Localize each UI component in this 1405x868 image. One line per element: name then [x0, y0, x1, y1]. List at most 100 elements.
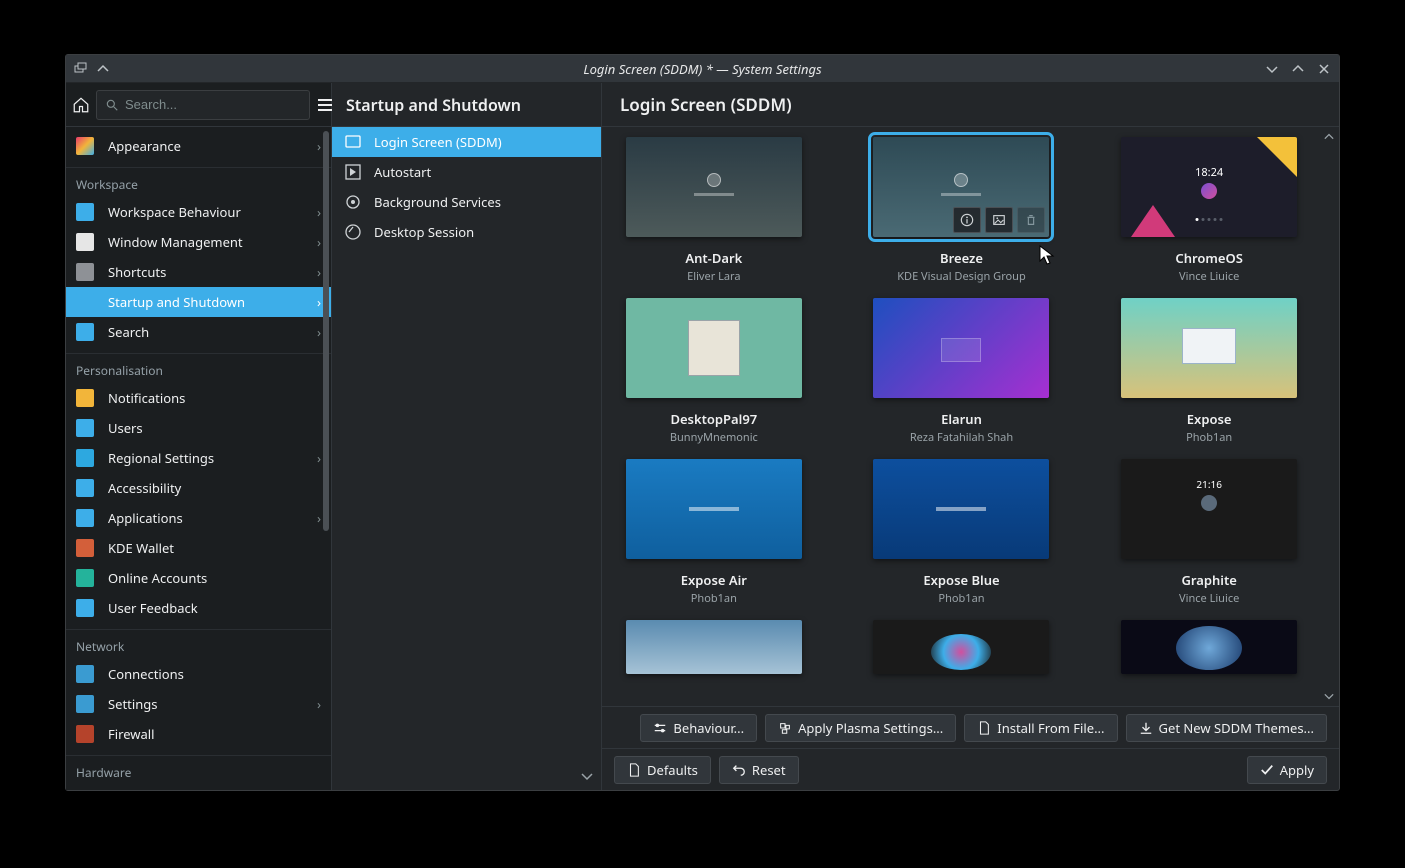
- theme-card[interactable]: [1115, 620, 1303, 674]
- chevron-right-icon: ›: [317, 233, 321, 251]
- theme-card[interactable]: Expose Air Phob1an: [620, 459, 808, 606]
- sidebar-item-users[interactable]: Users: [66, 413, 331, 443]
- file-icon: [977, 721, 991, 735]
- theme-card[interactable]: Breeze KDE Visual Design Group: [868, 137, 1056, 284]
- sidebar-item-label: KDE Wallet: [104, 539, 321, 557]
- sidebar-item-workspace-behaviour[interactable]: Workspace Behaviour ›: [66, 197, 331, 227]
- subnav-item-login-screen-sddm-[interactable]: Login Screen (SDDM): [332, 127, 601, 157]
- theme-thumbnail[interactable]: [873, 137, 1049, 237]
- theme-thumbnail[interactable]: [1121, 298, 1297, 398]
- get-new-themes-button[interactable]: Get New SDDM Themes...: [1126, 714, 1327, 742]
- theme-grid: Ant-Dark Eliver Lara Breeze KDE Visual D…: [602, 127, 1321, 706]
- appearance-icon: [76, 137, 94, 155]
- sidebar-item-startup-and-shutdown[interactable]: Startup and Shutdown ›: [66, 287, 331, 317]
- theme-card[interactable]: 18:24 ChromeOS Vince Liuice: [1115, 137, 1303, 284]
- theme-thumbnail[interactable]: [626, 137, 802, 237]
- sidebar-item-regional-settings[interactable]: Regional Settings ›: [66, 443, 331, 473]
- scroll-down-button[interactable]: [1321, 688, 1337, 704]
- collapse-subnav-button[interactable]: [577, 766, 597, 786]
- theme-card[interactable]: Expose Phob1an: [1115, 298, 1303, 445]
- theme-preview-button[interactable]: [985, 207, 1013, 233]
- chevron-right-icon: ›: [317, 509, 321, 527]
- behaviour-button[interactable]: Behaviour...: [640, 714, 757, 742]
- titlebar-restore-icon[interactable]: [72, 60, 90, 78]
- install-from-file-button[interactable]: Install From File...: [964, 714, 1117, 742]
- category-icon: [76, 323, 94, 341]
- subnav-item-autostart[interactable]: Autostart: [332, 157, 601, 187]
- search-input[interactable]: [125, 97, 301, 112]
- sidebar-item-appearance[interactable]: Appearance ›: [66, 131, 331, 161]
- sidebar-item-shortcuts[interactable]: Shortcuts ›: [66, 257, 331, 287]
- theme-thumbnail[interactable]: [626, 620, 802, 674]
- theme-info-button[interactable]: [953, 207, 981, 233]
- sidebar-item-kde-wallet[interactable]: KDE Wallet: [66, 533, 331, 563]
- theme-thumbnail[interactable]: [626, 459, 802, 559]
- plasma-icon: [778, 721, 792, 735]
- theme-card[interactable]: DesktopPal97 BunnyMnemonic: [620, 298, 808, 445]
- theme-name: Breeze: [940, 249, 983, 267]
- theme-author: Vince Liuice: [1179, 591, 1239, 606]
- theme-card[interactable]: Elarun Reza Fatahilah Shah: [868, 298, 1056, 445]
- subnav-icon: [344, 133, 362, 151]
- theme-name: Elarun: [941, 410, 982, 428]
- category-icon: [76, 509, 94, 527]
- sidebar-item-settings[interactable]: Settings ›: [66, 689, 331, 719]
- theme-card[interactable]: [620, 620, 808, 674]
- theme-card[interactable]: 21:16 Graphite Vince Liuice: [1115, 459, 1303, 606]
- sidebar-item-online-accounts[interactable]: Online Accounts: [66, 563, 331, 593]
- sidebar-item-accessibility[interactable]: Accessibility: [66, 473, 331, 503]
- sidebar-list[interactable]: Appearance ›Workspace Workspace Behaviou…: [66, 127, 331, 790]
- sidebar-item-window-management[interactable]: Window Management ›: [66, 227, 331, 257]
- window-title: Login Screen (SDDM) * — System Settings: [583, 60, 821, 78]
- theme-card[interactable]: Expose Blue Phob1an: [868, 459, 1056, 606]
- subnav-item-label: Login Screen (SDDM): [374, 133, 502, 151]
- chevron-right-icon: ›: [317, 137, 321, 155]
- search-icon: [105, 98, 119, 112]
- titlebar-up-icon[interactable]: [94, 60, 112, 78]
- theme-author: Reza Fatahilah Shah: [910, 430, 1013, 445]
- subnav-item-background-services[interactable]: Background Services: [332, 187, 601, 217]
- theme-thumbnail[interactable]: [873, 459, 1049, 559]
- sidebar-item-label: Online Accounts: [104, 569, 321, 587]
- sidebar-item-notifications[interactable]: Notifications: [66, 383, 331, 413]
- sidebar-item-firewall[interactable]: Firewall: [66, 719, 331, 749]
- category-icon: [76, 665, 94, 683]
- subnav-item-label: Background Services: [374, 193, 501, 211]
- defaults-button[interactable]: Defaults: [614, 756, 711, 784]
- subnav-icon: [344, 163, 362, 181]
- chevron-right-icon: ›: [317, 263, 321, 281]
- category-icon: [76, 599, 94, 617]
- theme-thumbnail[interactable]: 21:16: [1121, 459, 1297, 559]
- category-icon: [76, 569, 94, 587]
- theme-delete-button[interactable]: [1017, 207, 1045, 233]
- theme-card[interactable]: [868, 620, 1056, 674]
- theme-thumbnail[interactable]: [626, 298, 802, 398]
- sidebar-item-connections[interactable]: Connections: [66, 659, 331, 689]
- maximize-button[interactable]: [1289, 60, 1307, 78]
- category-icon: [76, 449, 94, 467]
- home-button[interactable]: [72, 89, 90, 121]
- subnav-item-label: Desktop Session: [374, 223, 474, 241]
- scroll-up-button[interactable]: [1321, 129, 1337, 145]
- close-button[interactable]: [1315, 60, 1333, 78]
- sidebar-section-header: Personalisation: [66, 353, 331, 383]
- sidebar-item-search[interactable]: Search ›: [66, 317, 331, 347]
- apply-plasma-button[interactable]: Apply Plasma Settings...: [765, 714, 956, 742]
- theme-thumbnail[interactable]: [873, 620, 1049, 674]
- theme-author: Vince Liuice: [1179, 269, 1239, 284]
- category-icon: [76, 725, 94, 743]
- sidebar-scrollbar[interactable]: [323, 131, 329, 531]
- sidebar-item-applications[interactable]: Applications ›: [66, 503, 331, 533]
- search-field[interactable]: [96, 90, 310, 120]
- theme-card[interactable]: Ant-Dark Eliver Lara: [620, 137, 808, 284]
- apply-button[interactable]: Apply: [1247, 756, 1327, 784]
- theme-thumbnail[interactable]: 18:24: [1121, 137, 1297, 237]
- theme-thumbnail[interactable]: [1121, 620, 1297, 674]
- sidebar-item-user-feedback[interactable]: User Feedback: [66, 593, 331, 623]
- theme-thumbnail[interactable]: [873, 298, 1049, 398]
- subnav-item-desktop-session[interactable]: Desktop Session: [332, 217, 601, 247]
- reset-button[interactable]: Reset: [719, 756, 799, 784]
- sidebar-item-input-devices[interactable]: Input Devices ›: [66, 785, 331, 790]
- minimize-button[interactable]: [1263, 60, 1281, 78]
- action-toolbar: Behaviour... Apply Plasma Settings... In…: [602, 706, 1339, 748]
